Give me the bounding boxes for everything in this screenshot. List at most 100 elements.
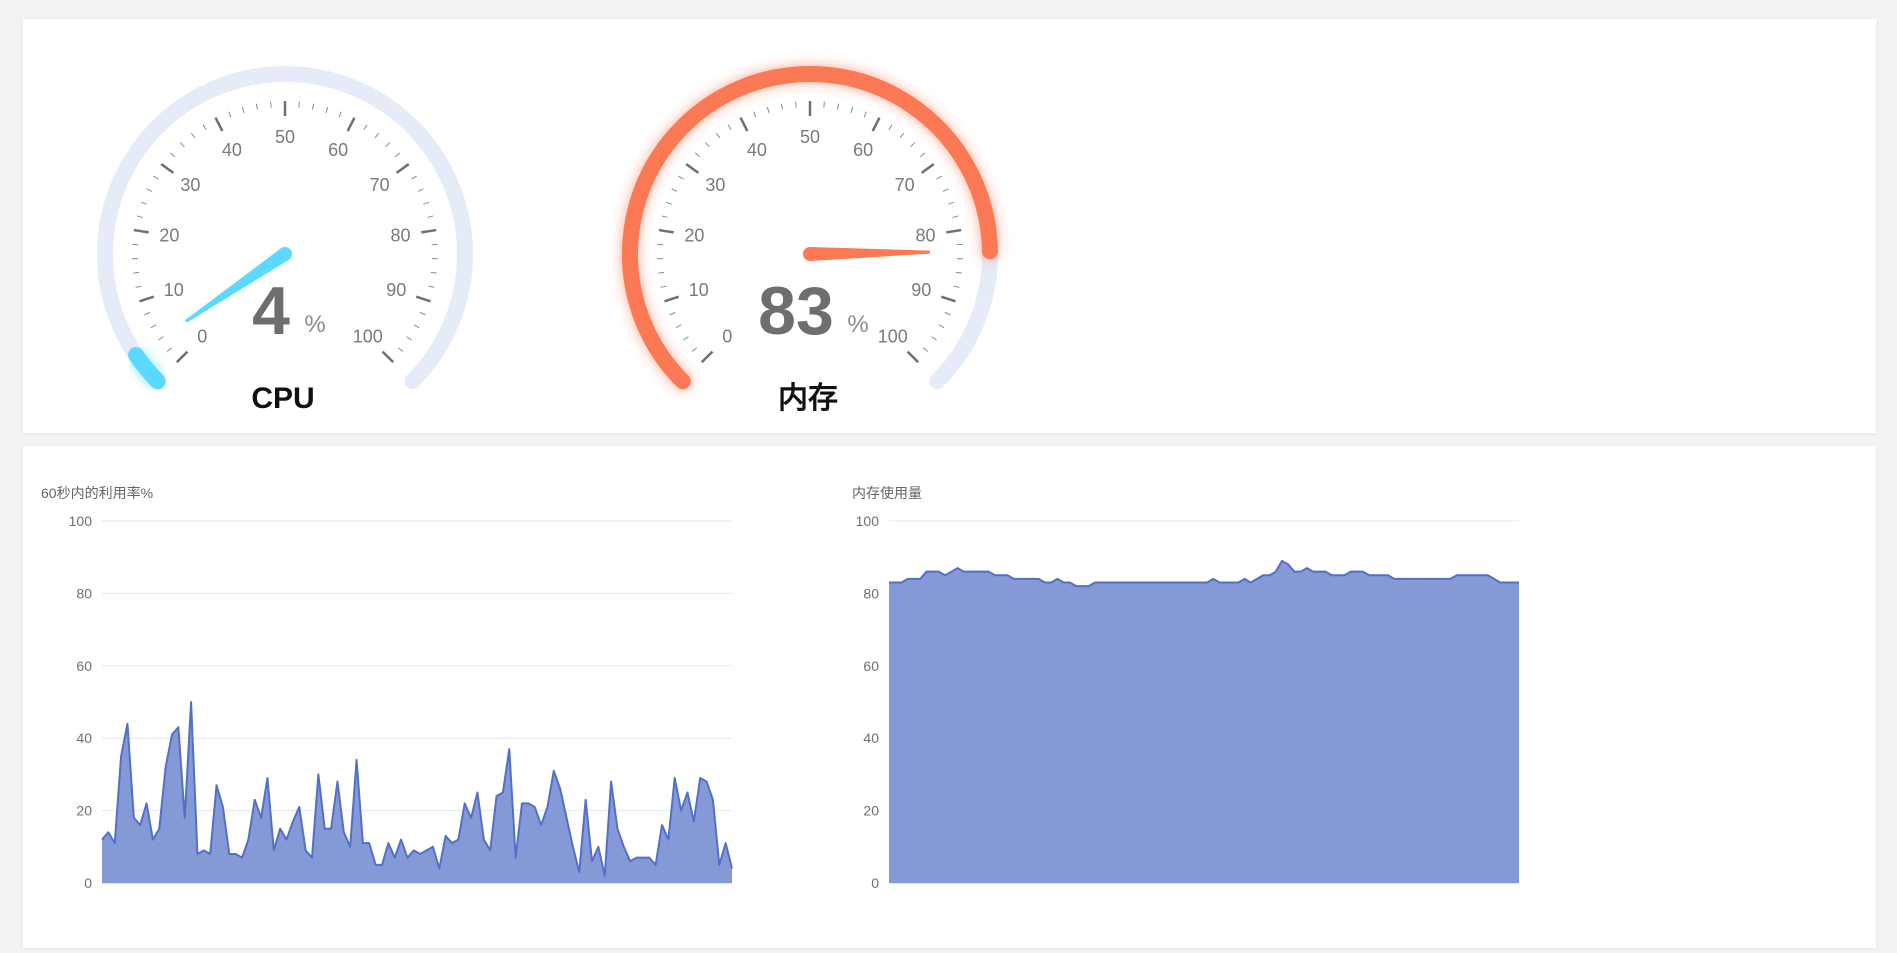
- y-tick-label: 40: [863, 730, 879, 746]
- gauge-name: CPU: [251, 382, 314, 415]
- gauge-major-tick: [941, 297, 955, 302]
- gauge-needle-hub: [803, 247, 817, 261]
- chart-title: 内存使用量: [852, 485, 922, 501]
- gauge-minor-tick: [911, 142, 915, 146]
- gauge-minor-tick: [229, 112, 231, 118]
- gauge-minor-tick: [170, 153, 175, 157]
- gauge-major-tick: [922, 164, 934, 173]
- gauge-major-tick: [139, 297, 153, 302]
- gauge-major-tick: [702, 352, 713, 363]
- gauge-tick-label: 40: [747, 140, 767, 160]
- gauge-major-tick: [416, 297, 430, 302]
- gauge-minor-tick: [728, 125, 731, 130]
- gauge-tick-label: 40: [222, 140, 242, 160]
- gauge-minor-tick: [889, 125, 892, 130]
- gauge-tick-label: 70: [370, 175, 390, 195]
- gauge-minor-tick: [658, 272, 664, 273]
- area-line: [102, 702, 732, 876]
- gauge-minor-tick: [313, 104, 314, 110]
- gauge-minor-tick: [151, 325, 156, 328]
- gauge-major-tick: [659, 230, 674, 232]
- gauge-tick-label: 0: [722, 327, 732, 347]
- gauge-minor-tick: [420, 312, 426, 314]
- gauge-minor-tick: [767, 107, 769, 113]
- gauge-minor-tick: [133, 272, 139, 273]
- gauge-tick-label: 90: [386, 280, 406, 300]
- y-tick-label: 100: [856, 513, 880, 529]
- charts-svg: 60秒内的利用率%020406080100 内存使用量 0 20 40 60 80 100: [23, 446, 1876, 948]
- gauge-major-tick: [134, 230, 149, 232]
- gauge-minor-tick: [136, 286, 142, 287]
- gauge-minor-tick: [716, 133, 720, 138]
- gauge-minor-tick: [932, 337, 937, 340]
- y-tick-label: 20: [76, 803, 92, 819]
- gauge-tick-label: 10: [164, 280, 184, 300]
- gauge-tick-label: 50: [800, 127, 820, 147]
- gauge-minor-tick: [141, 202, 147, 204]
- gauge-tick-label: 60: [328, 140, 348, 160]
- gauge-minor-tick: [937, 176, 942, 179]
- gauge-minor-tick: [838, 104, 839, 110]
- gauge-minor-tick: [952, 216, 958, 217]
- gauge-minor-tick: [191, 133, 195, 138]
- area-chart-0: 60秒内的利用率%020406080100: [41, 485, 733, 891]
- gauge-minor-tick: [145, 312, 151, 314]
- gauge-minor-tick: [672, 189, 677, 192]
- gauge-minor-tick: [754, 112, 756, 118]
- gauge-tick-label: 60: [853, 140, 873, 160]
- gauge-minor-tick: [271, 102, 272, 108]
- gauge-minor-tick: [692, 348, 697, 352]
- gauge-minor-tick: [695, 153, 700, 157]
- gauge-minor-tick: [678, 176, 683, 179]
- gauge-tick-label: 100: [353, 327, 383, 347]
- gauge-minor-tick: [948, 202, 954, 204]
- gauge-minor-tick: [153, 176, 158, 179]
- gauge-minor-tick: [662, 216, 668, 217]
- gauge-minor-tick: [670, 312, 676, 314]
- gauge-minor-tick: [864, 112, 866, 118]
- area-chart-1: 内存使用量020406080100: [852, 485, 1520, 891]
- gauge-0: 01020304050607080901004%CPU: [105, 74, 465, 415]
- gauge-minor-tick: [256, 104, 257, 110]
- gauge-1: 010203040506070809010083%内存: [630, 74, 990, 415]
- gauge-minor-tick: [375, 133, 379, 138]
- gauge-minor-tick: [326, 107, 328, 113]
- gauge-minor-tick: [242, 107, 244, 113]
- gauge-unit: %: [847, 311, 868, 338]
- gauge-major-tick: [873, 118, 880, 131]
- y-tick-label: 80: [863, 585, 879, 601]
- gauge-tick-label: 70: [895, 175, 915, 195]
- gauge-minor-tick: [414, 325, 419, 328]
- gauge-tick-label: 90: [911, 280, 931, 300]
- y-tick-label: 60: [863, 658, 879, 674]
- gauge-major-tick: [686, 164, 698, 173]
- gauge-minor-tick: [943, 189, 948, 192]
- gauge-minor-tick: [428, 286, 434, 287]
- gauge-minor-tick: [180, 142, 184, 146]
- gauge-tick-label: 30: [180, 175, 200, 195]
- gauge-minor-tick: [137, 216, 143, 217]
- gauge-major-tick: [741, 118, 748, 131]
- gauge-minor-tick: [666, 202, 672, 204]
- gauge-minor-tick: [953, 286, 959, 287]
- y-tick-label: 80: [76, 585, 92, 601]
- charts-panel: 60秒内的利用率%020406080100 内存使用量 0 20 40 60 80 100: [23, 446, 1876, 948]
- gauge-major-tick: [348, 118, 355, 131]
- gauge-minor-tick: [781, 104, 782, 110]
- gauge-minor-tick: [407, 337, 412, 340]
- gauge-tick-label: 10: [689, 280, 709, 300]
- gauge-tick-label: 20: [684, 226, 704, 246]
- y-tick-label: 0: [871, 875, 879, 891]
- gauge-minor-tick: [386, 142, 390, 146]
- gauge-minor-tick: [418, 189, 423, 192]
- gauge-value: 83: [758, 273, 834, 349]
- gauge-needle: [810, 247, 930, 261]
- gauge-needle-hub: [278, 247, 292, 261]
- gauge-minor-tick: [412, 176, 417, 179]
- gauge-minor-tick: [956, 272, 962, 273]
- gauge-minor-tick: [203, 125, 206, 130]
- gauge-tick-label: 100: [878, 327, 908, 347]
- gauge-minor-tick: [900, 133, 904, 138]
- gauge-major-tick: [397, 164, 409, 173]
- gauge-minor-tick: [364, 125, 367, 130]
